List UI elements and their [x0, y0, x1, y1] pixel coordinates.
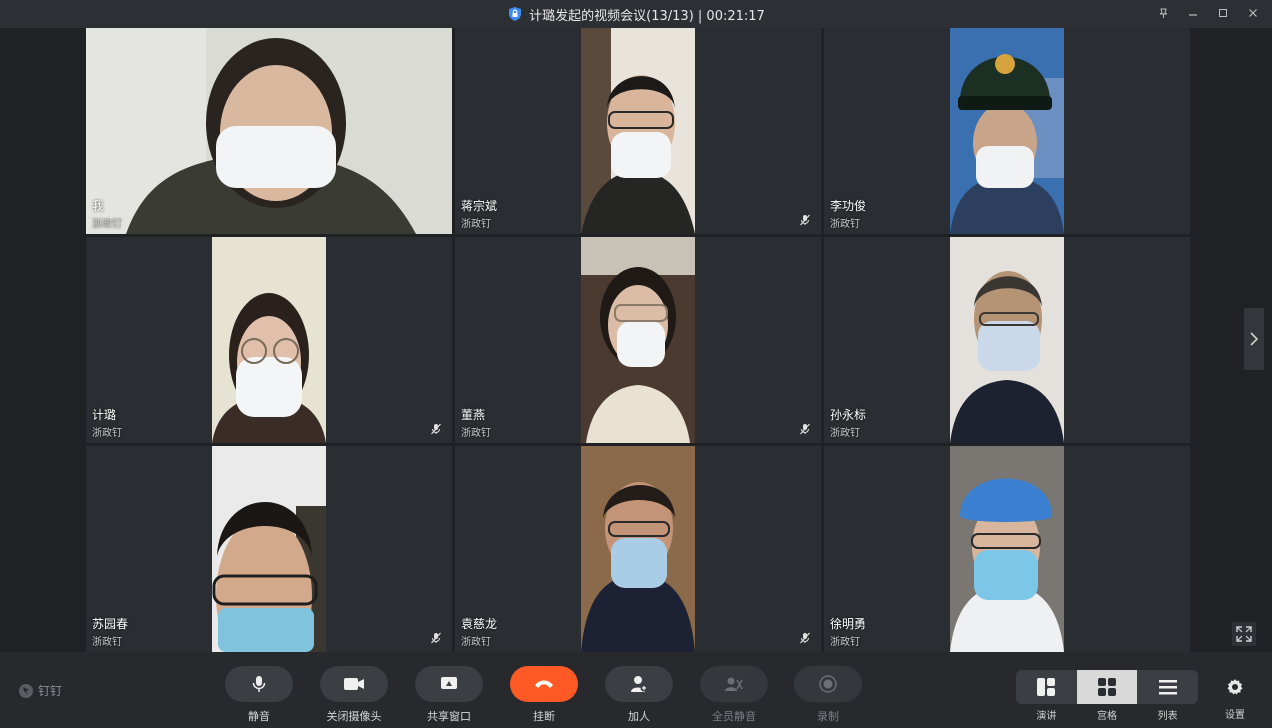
- participant-tile[interactable]: 董燕 浙政钉: [455, 237, 821, 443]
- record-label: 录制: [817, 710, 839, 723]
- window-title: 计璐发起的视频会议(13/13) | 00:21:17: [529, 8, 765, 24]
- participant-tile[interactable]: 孙永标 浙政钉: [824, 237, 1190, 443]
- video-grid: 我 浙政钉 蒋宗斌 浙政钉 李功俊 浙政钉 计璐 浙政钉 董燕 浙政钉 孙永标 …: [86, 28, 1190, 652]
- add-person-label: 加人: [628, 710, 650, 723]
- participant-org: 浙政钉: [92, 428, 122, 439]
- maximize-icon[interactable]: [1216, 5, 1230, 21]
- participant-name: 计璐: [92, 408, 117, 422]
- participant-name: 李功俊: [830, 199, 867, 213]
- participant-video: [581, 446, 695, 652]
- participant-name: 蒋宗斌: [461, 199, 498, 213]
- participant-video: [581, 28, 695, 234]
- record-icon: [819, 675, 837, 693]
- shield-lock-icon: [509, 7, 522, 21]
- participant-name: 董燕: [461, 408, 486, 422]
- participant-tile[interactable]: 袁慈龙 浙政钉: [455, 446, 821, 652]
- title-bar: 计璐发起的视频会议(13/13) | 00:21:17: [0, 0, 1272, 28]
- mute-all-button[interactable]: 全员静音: [694, 666, 774, 724]
- view-speaker-label: 演讲: [1036, 711, 1057, 722]
- participant-org: 浙政钉: [92, 219, 122, 230]
- share-window-button[interactable]: 共享窗口: [409, 666, 489, 724]
- participant-video: [581, 237, 695, 443]
- view-grid-label: 宫格: [1097, 711, 1117, 722]
- chevron-right-icon: [1250, 332, 1259, 346]
- participant-name: 我: [92, 199, 105, 213]
- hangup-button[interactable]: 挂断: [504, 666, 584, 724]
- gear-icon: [1227, 679, 1243, 695]
- participant-tile[interactable]: 蒋宗斌 浙政钉: [455, 28, 821, 234]
- fullscreen-button[interactable]: [1232, 622, 1256, 646]
- brand-logo: 钉钉: [18, 682, 62, 699]
- participant-name: 孙永标: [830, 408, 867, 422]
- participant-video: [212, 446, 326, 652]
- participant-tile[interactable]: 徐明勇 浙政钉: [824, 446, 1190, 652]
- participant-name: 苏园春: [92, 617, 129, 631]
- participant-name: 徐明勇: [830, 617, 867, 631]
- mute-all-label: 全员静音: [712, 710, 756, 723]
- settings-button[interactable]: 设置: [1220, 678, 1250, 721]
- participant-org: 浙政钉: [461, 428, 491, 439]
- mic-muted-icon: [800, 632, 810, 644]
- microphone-icon: [252, 676, 266, 692]
- view-list-button[interactable]: [1137, 670, 1198, 704]
- close-icon[interactable]: [1246, 5, 1260, 21]
- participant-name: 袁慈龙: [461, 617, 498, 631]
- brand-name: 钉钉: [38, 684, 63, 698]
- add-user-icon: [631, 676, 648, 692]
- phone-hangup-icon: [535, 680, 553, 688]
- participant-video: [950, 237, 1064, 443]
- mute-button[interactable]: 静音: [219, 666, 299, 724]
- camera-icon: [344, 678, 364, 690]
- participant-tile[interactable]: 苏园春 浙政钉: [86, 446, 452, 652]
- record-button[interactable]: 录制: [788, 666, 868, 724]
- minimize-icon[interactable]: [1186, 5, 1200, 21]
- camera-off-label: 关闭摄像头: [326, 710, 382, 723]
- view-speaker-button[interactable]: [1016, 670, 1077, 704]
- mic-muted-icon: [800, 423, 810, 435]
- mute-label: 静音: [248, 710, 270, 723]
- mic-muted-icon: [431, 423, 441, 435]
- expand-icon: [1236, 626, 1252, 642]
- camera-off-button[interactable]: 关闭摄像头: [314, 666, 394, 724]
- participant-tile[interactable]: 李功俊 浙政钉: [824, 28, 1190, 234]
- mic-muted-icon: [431, 632, 441, 644]
- participant-tile[interactable]: 我 浙政钉: [86, 28, 452, 234]
- participant-video: [950, 446, 1064, 652]
- participant-org: 浙政钉: [461, 637, 491, 648]
- participant-video: [86, 28, 452, 234]
- participant-org: 浙政钉: [92, 637, 122, 648]
- participant-tile[interactable]: 计璐 浙政钉: [86, 237, 452, 443]
- participant-org: 浙政钉: [830, 219, 860, 230]
- list-layout-icon: [1158, 680, 1177, 695]
- pin-icon[interactable]: [1156, 5, 1170, 21]
- grid-layout-icon: [1098, 678, 1116, 696]
- mute-all-icon: [725, 677, 743, 691]
- view-mode-labels: 演讲 宫格 列表: [1016, 707, 1198, 722]
- add-person-button[interactable]: 加人: [599, 666, 679, 724]
- participant-org: 浙政钉: [830, 637, 860, 648]
- participant-video: [950, 28, 1064, 234]
- view-grid-button[interactable]: [1076, 670, 1138, 704]
- view-list-label: 列表: [1157, 711, 1178, 722]
- participant-org: 浙政钉: [461, 219, 491, 230]
- share-window-label: 共享窗口: [427, 710, 471, 723]
- mic-muted-icon: [800, 214, 810, 226]
- next-page-button[interactable]: [1244, 308, 1264, 370]
- settings-label: 设置: [1225, 710, 1245, 721]
- dingtalk-logo-icon: [19, 683, 33, 698]
- hangup-label: 挂断: [533, 710, 555, 723]
- share-screen-icon: [441, 677, 457, 689]
- speaker-layout-icon: [1037, 678, 1056, 696]
- view-mode-switch: [1016, 670, 1198, 704]
- participant-video: [212, 237, 326, 443]
- participant-org: 浙政钉: [830, 428, 860, 439]
